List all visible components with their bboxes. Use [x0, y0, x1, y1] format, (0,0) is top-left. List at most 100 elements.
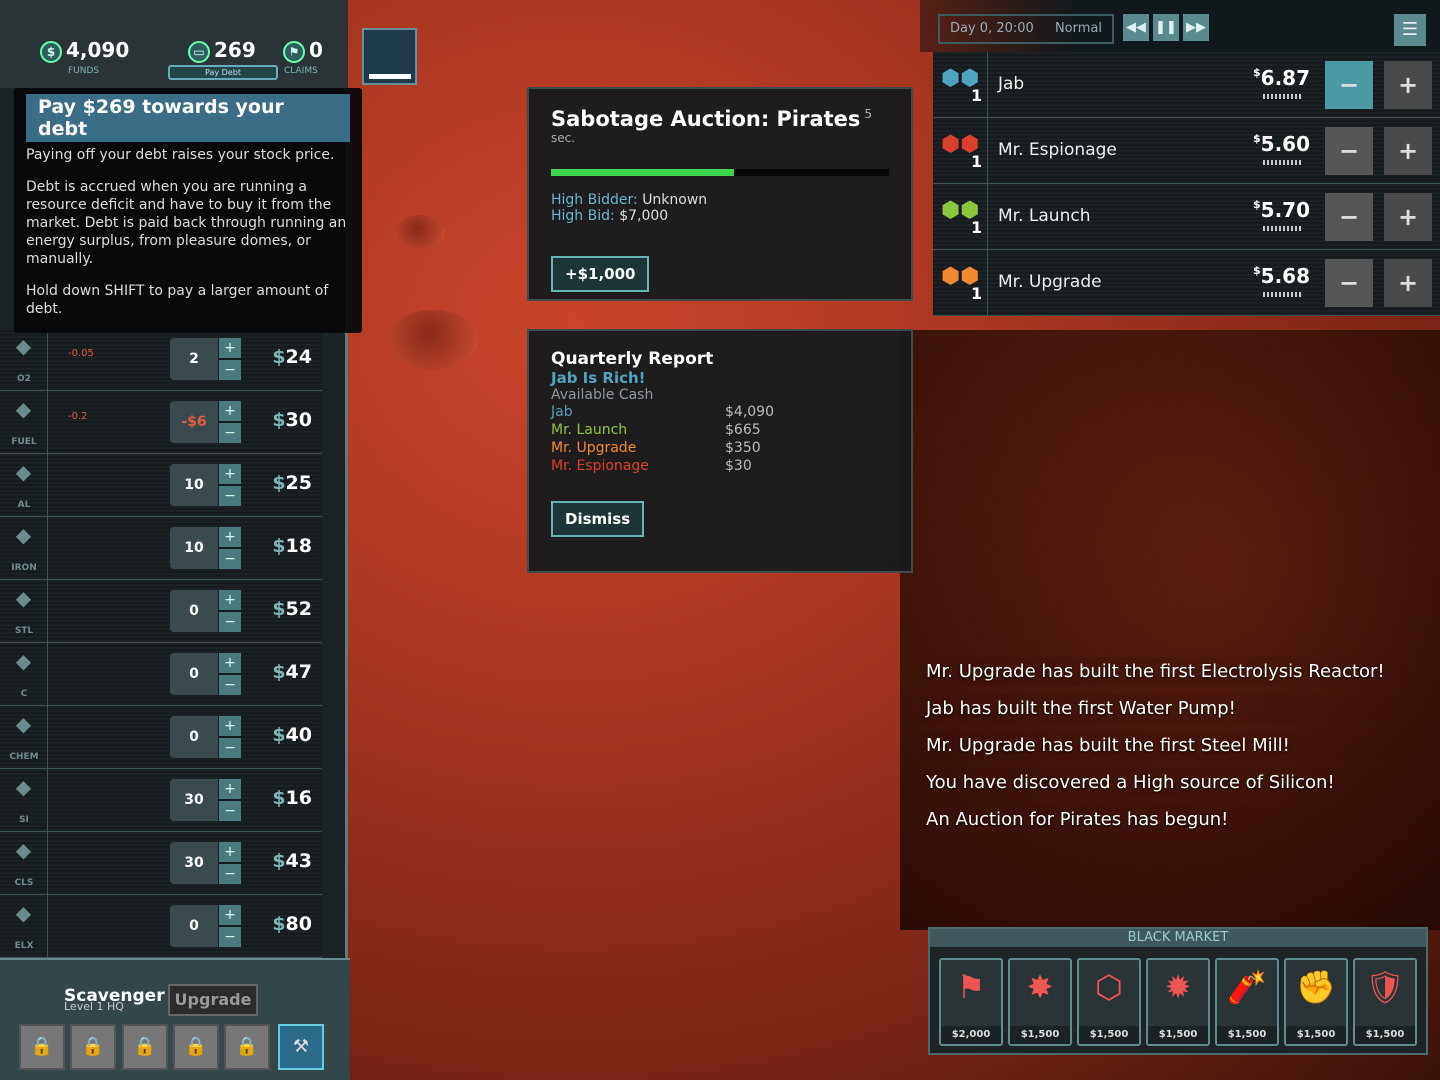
decrease-button[interactable]: −	[219, 864, 241, 884]
pause-icon[interactable]: ❚❚	[1153, 14, 1179, 41]
resource-price: $47	[272, 661, 312, 683]
report-headline: Jab Is Rich!	[551, 369, 646, 387]
funds-header: $4,090 FUNDS ▭ 269 Pay Debt ⚑ 0 CLAIMS	[0, 0, 348, 88]
resource-name: O2	[17, 374, 31, 384]
upgrade-button[interactable]: Upgrade	[168, 984, 258, 1016]
decrease-button[interactable]: −	[219, 612, 241, 632]
report-title: Quarterly Report	[551, 349, 714, 369]
black-market-item[interactable]: ⚑ $2,000	[939, 958, 1003, 1046]
resource-price: $25	[272, 472, 312, 494]
report-row: Mr. Espionage $30	[551, 457, 889, 475]
resource-price: $16	[272, 787, 312, 809]
resource-row: ◆ CHEM 0 + − $40	[0, 706, 322, 769]
health-bar	[369, 74, 411, 79]
buy-share-button[interactable]: +	[1384, 259, 1432, 307]
high-bid: $7,000	[619, 208, 669, 224]
shares-owned: 1	[971, 218, 983, 237]
debt: ▭ 269	[188, 38, 256, 63]
hammer-icon[interactable]: ⚒	[278, 1024, 324, 1070]
black-market-title: BLACK MARKET	[930, 929, 1426, 947]
price-trend	[1263, 160, 1303, 165]
resource-row: ◆ ELX 0 + − $80	[0, 895, 322, 958]
game-speed: Normal	[1054, 21, 1102, 36]
resource-rate: -0.2	[68, 411, 88, 422]
item-cost: $1,500	[1079, 1026, 1139, 1044]
locked-building-icon[interactable]: 🔒	[19, 1024, 65, 1070]
decrease-button[interactable]: −	[219, 486, 241, 506]
resource-price: $24	[272, 346, 312, 368]
decrease-button[interactable]: −	[219, 738, 241, 758]
auction-progress-fill	[551, 169, 734, 176]
black-market-item[interactable]: ✸ $1,500	[1008, 958, 1072, 1046]
item-cost: $2,000	[941, 1026, 1001, 1044]
menu-icon[interactable]: ☰	[1394, 14, 1426, 46]
decrease-button[interactable]: −	[219, 423, 241, 443]
player-cash: $4,090	[725, 404, 774, 420]
player-cash: $350	[725, 440, 761, 456]
item-cost: $1,500	[1148, 1026, 1208, 1044]
hq-panel: Scavenger Level 1 HQ Upgrade 🔒 🔒 🔒 🔒 🔒 ⚒	[0, 958, 350, 1080]
decrease-button[interactable]: −	[219, 801, 241, 821]
shield-icon: 🛡	[1364, 968, 1406, 1006]
day-time: Day 0, 20:00	[950, 21, 1034, 36]
resource-name: STL	[14, 626, 34, 636]
decrease-button[interactable]: −	[219, 927, 241, 947]
resource-quantity: 0	[170, 905, 218, 947]
buy-share-button[interactable]: +	[1384, 193, 1432, 241]
sell-share-button[interactable]: −	[1325, 127, 1373, 175]
player-name: Mr. Espionage	[551, 458, 649, 474]
tooltip-text: Debt is accrued when you are running a r…	[26, 179, 347, 267]
hq-level: Level 1 HQ	[64, 1000, 124, 1013]
dollar-icon: $	[40, 40, 62, 63]
bid-button[interactable]: +$1,000	[551, 256, 650, 292]
decrease-button[interactable]: −	[219, 675, 241, 695]
stock-price: $5.68	[1253, 264, 1311, 288]
increase-button[interactable]: +	[219, 590, 241, 610]
increase-button[interactable]: +	[219, 779, 241, 799]
resource-quantity: 0	[170, 590, 218, 632]
black-market-item[interactable]: ⬡ $1,500	[1077, 958, 1141, 1046]
increase-button[interactable]: +	[219, 527, 241, 547]
hq-thumbnail[interactable]	[362, 28, 417, 85]
buy-share-button[interactable]: +	[1384, 127, 1432, 175]
buy-share-button[interactable]: +	[1384, 61, 1432, 109]
locked-building-icon[interactable]: 🔒	[224, 1024, 270, 1070]
increase-button[interactable]: +	[219, 842, 241, 862]
locked-building-icon[interactable]: 🔒	[122, 1024, 168, 1070]
price-value: 5.60	[1260, 132, 1311, 156]
increase-button[interactable]: +	[219, 716, 241, 736]
price-value: 43	[285, 850, 312, 872]
price-value: 6.87	[1260, 66, 1311, 90]
locked-building-icon[interactable]: 🔒	[70, 1024, 116, 1070]
fast-forward-icon[interactable]: ▶▶	[1183, 14, 1209, 41]
increase-button[interactable]: +	[219, 905, 241, 925]
shares-owned: 1	[971, 86, 983, 105]
price-value: 52	[285, 598, 312, 620]
flag-icon: ⚑	[956, 968, 986, 1006]
sell-share-button[interactable]: −	[1325, 61, 1373, 109]
increase-button[interactable]: +	[219, 653, 241, 673]
stock-row: ⬢⬢ 1 Mr. Launch $5.70 − +	[933, 184, 1440, 250]
increase-button[interactable]: +	[219, 401, 241, 421]
resource-price: $18	[272, 535, 312, 557]
player-cash: $30	[725, 458, 752, 474]
increase-button[interactable]: +	[219, 464, 241, 484]
fist-icon: ✊	[1296, 968, 1336, 1006]
increase-button[interactable]: +	[219, 338, 241, 358]
resource-row: ◆ C 0 + − $47	[0, 643, 322, 706]
decrease-button[interactable]: −	[219, 549, 241, 569]
resource-price: $40	[272, 724, 312, 746]
dismiss-button[interactable]: Dismiss	[551, 501, 645, 537]
black-market-item[interactable]: ✹ $1,500	[1146, 958, 1210, 1046]
sell-share-button[interactable]: −	[1325, 193, 1373, 241]
claims: ⚑ 0	[283, 38, 323, 63]
report-row: Mr. Upgrade $350	[551, 439, 889, 457]
pay-debt-button[interactable]: Pay Debt	[168, 65, 278, 80]
locked-building-icon[interactable]: 🔒	[173, 1024, 219, 1070]
black-market-item[interactable]: 🧨 $1,500	[1215, 958, 1279, 1046]
black-market-item[interactable]: ✊ $1,500	[1284, 958, 1348, 1046]
sell-share-button[interactable]: −	[1325, 259, 1373, 307]
black-market-item[interactable]: 🛡 $1,500	[1353, 958, 1417, 1046]
decrease-button[interactable]: −	[219, 360, 241, 380]
rewind-icon[interactable]: ◀◀	[1123, 14, 1149, 41]
